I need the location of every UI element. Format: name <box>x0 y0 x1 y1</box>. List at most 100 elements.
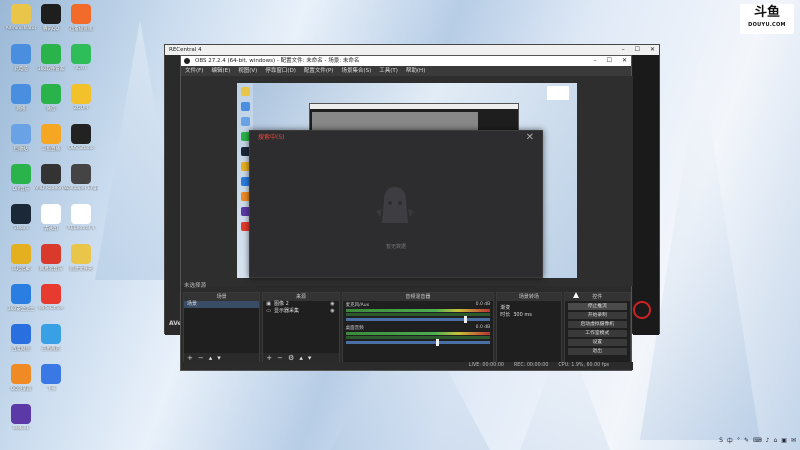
close-icon[interactable]: ✕ <box>650 45 655 55</box>
search-dialog[interactable]: 搜索中(S) ✕ 暂无数据 <box>249 130 543 278</box>
desktop-icon[interactable]: DIY音乐 <box>4 164 38 204</box>
tray-icon[interactable]: S <box>719 437 723 444</box>
add-icon[interactable]: + <box>187 354 193 362</box>
desktop-icon[interactable]: 腾讯QQ <box>34 4 68 44</box>
close-icon[interactable]: ✕ <box>622 56 627 66</box>
menu-item[interactable]: 工具(T) <box>379 66 398 76</box>
desktop-icon[interactable]: 斗鱼直播 <box>34 124 68 164</box>
shield-icon <box>11 284 31 304</box>
maximize-icon[interactable]: ☐ <box>607 56 612 66</box>
desktop-icon[interactable]: 百度网盘 <box>4 324 38 364</box>
desktop-icon[interactable]: Steam <box>4 204 38 244</box>
desktop-icon[interactable]: RECentral 4 <box>64 204 98 244</box>
menu-item[interactable]: 编辑(E) <box>211 66 230 76</box>
menu-item[interactable]: 配置文件(P) <box>304 66 334 76</box>
desktop-icon[interactable]: 360安全卫士 <box>4 284 38 324</box>
tray-icon[interactable]: ✎ <box>744 437 749 444</box>
volume-slider[interactable] <box>345 339 491 346</box>
tray-icon[interactable]: ✉ <box>791 437 796 444</box>
menu-item[interactable]: 帮助(H) <box>406 66 425 76</box>
volume-slider[interactable] <box>345 316 491 323</box>
desktop-icon[interactable]: ZOOM <box>64 84 98 124</box>
minimize-icon[interactable]: – <box>594 56 597 66</box>
desktop-icon[interactable]: 回收站 <box>4 124 38 164</box>
obs-preview[interactable]: 搜索中(S) ✕ 暂无数据 <box>181 76 633 286</box>
menu-item[interactable]: 文件(F) <box>185 66 203 76</box>
visibility-eye-icon[interactable]: ◉ <box>330 308 334 315</box>
settings-button[interactable]: 设置 <box>567 339 627 346</box>
desktop-icon[interactable]: 网易云音乐 <box>34 244 68 284</box>
down-icon[interactable]: ▾ <box>308 354 312 362</box>
obs-window[interactable]: OBS 27.2.4 (64-bit, windows) - 配置文件: 未命名… <box>180 55 633 371</box>
desktop-icon-label: 此电脑 <box>14 67 28 72</box>
down-icon[interactable]: ▾ <box>217 354 221 362</box>
transition-duration[interactable]: 时长 300 ms <box>497 312 560 319</box>
up-icon[interactable]: ▴ <box>299 354 303 362</box>
desktop-icon[interactable]: 飞书 <box>34 364 68 404</box>
desktop-icon[interactable]: iQIYI <box>64 44 98 84</box>
menu-item[interactable]: 场景集合(S) <box>341 66 371 76</box>
recentral-icon <box>71 204 91 224</box>
desktop-icon[interactable]: Wallpaper Engine <box>64 164 98 204</box>
desktop-icon[interactable]: 去水印 <box>34 204 68 244</box>
dialog-close-icon[interactable]: ✕ <box>526 132 534 143</box>
game-icon <box>11 244 31 264</box>
record-button[interactable] <box>633 301 651 319</box>
tray-icon[interactable]: ° <box>737 437 740 444</box>
tray-icon[interactable]: 中 <box>727 436 733 445</box>
obs-menubar: 文件(F) 编辑(E) 视图(V) 停靠窗口(D) 配置文件(P) 场景集合(S) 工具(T… <box>181 66 631 76</box>
visibility-eye-icon[interactable]: ◉ <box>330 301 334 308</box>
start-recording-button[interactable]: 开始录制 <box>567 312 627 319</box>
desktop-icon-label: QQ浏览器 <box>10 387 32 392</box>
maximize-icon[interactable]: ☐ <box>635 45 640 55</box>
desktop-icon[interactable]: AMD Radeon Software <box>34 164 68 204</box>
desktop-icon[interactable]: 风起云聚 <box>4 244 38 284</box>
tray-icon[interactable]: ▣ <box>781 437 787 444</box>
desktop-icon[interactable]: WPS Office <box>34 284 68 324</box>
douyu-icon <box>41 124 61 144</box>
douyu-logo: 斗鱼 DOUYU.COM <box>740 4 794 34</box>
tray-icon[interactable]: ⌂ <box>773 437 777 444</box>
desktop-icon[interactable]: QQ浏览器 <box>4 364 38 404</box>
virtual-camera-button[interactable]: 启动虚拟摄像机 <box>567 321 627 328</box>
desktop-icon[interactable]: 新建文件夹 <box>64 244 98 284</box>
up-icon[interactable]: ▴ <box>209 354 213 362</box>
tray-icon[interactable]: ⌨ <box>753 437 762 444</box>
desktop-icon-label: 应用商店 <box>42 347 60 352</box>
desktop-icon[interactable]: 此电脑 <box>4 44 38 84</box>
desktop-icon[interactable]: 微信 <box>34 84 68 124</box>
desktop-icon[interactable]: WeLink <box>4 404 38 444</box>
menu-item[interactable]: 视图(V) <box>238 66 257 76</box>
add-icon[interactable]: + <box>266 354 272 362</box>
remove-icon[interactable]: − <box>277 354 283 362</box>
sources-dock: 来源 ▣ 图像 2 ◉ ▭ 显示器采集 ◉ + − ⚙ ▴ ▾ <box>262 292 340 364</box>
menu-item[interactable]: 停靠窗口(D) <box>265 66 296 76</box>
remove-icon[interactable]: − <box>198 354 204 362</box>
desktop-icon-label: 斗鱼直播 <box>42 147 60 152</box>
desktop-icon[interactable]: 网络 <box>4 84 38 124</box>
obs-titlebar[interactable]: OBS 27.2.4 (64-bit, windows) - 配置文件: 未命名… <box>181 56 631 66</box>
scene-item[interactable]: 场景 <box>184 301 260 308</box>
owl-icon <box>71 84 91 104</box>
minimize-icon[interactable]: – <box>622 45 625 55</box>
desktop-icon[interactable]: Administrator <box>4 4 38 44</box>
desktop-icon[interactable]: 360软件管家 <box>34 44 68 84</box>
volume-meter <box>345 336 491 339</box>
transition-type-select[interactable]: 渐变 <box>497 305 560 312</box>
source-item[interactable]: ▣ 图像 2 ◉ <box>263 301 338 308</box>
empty-text: 暂无数据 <box>385 244 406 250</box>
tray-icon[interactable]: ♪ <box>766 437 770 444</box>
netease-icon <box>41 244 61 264</box>
recentral-titlebar[interactable]: RECentral 4 – ☐ ✕ <box>165 45 659 55</box>
desktop-icon[interactable]: 应用商店 <box>34 324 68 364</box>
obs-docks: 场景 场景 + − ▴ ▾ 来源 ▣ 图像 2 ◉ ▭ 显示器采集 ◉ + − ⚙ ▴ ▾ 音频… <box>181 292 633 364</box>
studio-mode-button[interactable]: 工作室模式 <box>567 330 627 337</box>
desktop-icon[interactable]: 迅雷极速版 <box>64 4 98 44</box>
scenes-dock: 场景 场景 + − ▴ ▾ <box>183 292 261 364</box>
exit-button[interactable]: 退出 <box>567 348 627 355</box>
stop-streaming-button[interactable]: 停止推流 <box>567 303 627 310</box>
source-item[interactable]: ▭ 显示器采集 ◉ <box>263 308 338 315</box>
transitions-header: 场景转场 <box>497 293 561 301</box>
gear-icon[interactable]: ⚙ <box>288 354 294 362</box>
desktop-icon[interactable]: OBS Studio <box>64 124 98 164</box>
